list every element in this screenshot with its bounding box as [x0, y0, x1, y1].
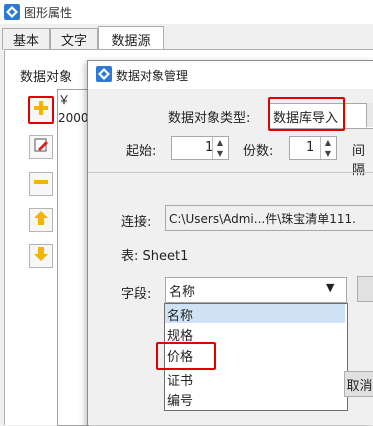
start-spin-arrows[interactable]: ▲ ▼ — [212, 137, 227, 159]
field-label: 字段: — [121, 287, 152, 302]
divider — [88, 172, 373, 173]
copies-value: 1 — [306, 140, 315, 155]
app-diamond-icon — [4, 4, 20, 20]
dialog-title: 数据对象管理 — [116, 69, 189, 83]
minus-icon — [33, 174, 49, 194]
field-value: 名称 — [169, 285, 196, 300]
move-down-button[interactable] — [29, 244, 53, 268]
type-value: 数据库导入 — [273, 111, 339, 126]
type-label: 数据对象类型: — [168, 111, 251, 126]
arrow-up-icon — [33, 210, 49, 230]
tab-label: 文字 — [60, 34, 87, 49]
copies-label: 份数: — [243, 144, 274, 159]
tab-datasource[interactable]: 数据源 — [98, 26, 164, 51]
list-item[interactable]: 2000 — [58, 111, 89, 125]
edit-button[interactable] — [29, 135, 53, 159]
data-object-label: 数据对象 — [20, 70, 73, 85]
copies-spin-arrows[interactable]: ▲ ▼ — [320, 137, 335, 159]
tab-text[interactable]: 文字 — [50, 28, 98, 50]
tab-label: 基本 — [12, 34, 39, 49]
add-button[interactable] — [28, 96, 54, 124]
arrow-down-icon — [33, 246, 49, 266]
move-up-button[interactable] — [29, 208, 53, 232]
cancel-button[interactable]: 取消 — [344, 371, 373, 397]
tab-label: 数据源 — [111, 33, 151, 49]
chevron-up-icon: ▲ — [216, 138, 224, 147]
price-highlight — [156, 342, 216, 370]
chevron-down-icon[interactable]: ▼ — [326, 281, 334, 294]
cancel-label: 取消 — [346, 378, 373, 394]
data-object-list[interactable] — [57, 89, 89, 426]
edit-pencil-icon — [33, 137, 49, 157]
remove-button[interactable] — [29, 172, 53, 196]
dropdown-item[interactable]: 编号 — [167, 390, 193, 409]
dropdown-item[interactable]: 名称 — [167, 305, 193, 324]
field-side-button[interactable] — [357, 276, 373, 302]
plus-icon — [33, 100, 49, 120]
start-label: 起始: — [126, 144, 157, 159]
chevron-down-icon: ▼ — [324, 149, 332, 158]
window-title: 图形属性 — [24, 6, 73, 20]
dropdown-item[interactable]: 证书 — [167, 370, 193, 389]
type-combo-button[interactable] — [366, 103, 373, 127]
table-text: 表: Sheet1 — [121, 249, 189, 264]
list-item[interactable]: ￥ — [58, 91, 70, 108]
chevron-up-icon: ▲ — [324, 138, 332, 147]
chevron-down-icon: ▼ — [216, 149, 224, 158]
conn-label: 连接: — [121, 215, 152, 230]
dialog-app-icon — [96, 66, 112, 82]
tab-basic[interactable]: 基本 — [2, 28, 50, 50]
conn-value: C:\Users\Admi...件\珠宝清单111. — [169, 212, 356, 226]
